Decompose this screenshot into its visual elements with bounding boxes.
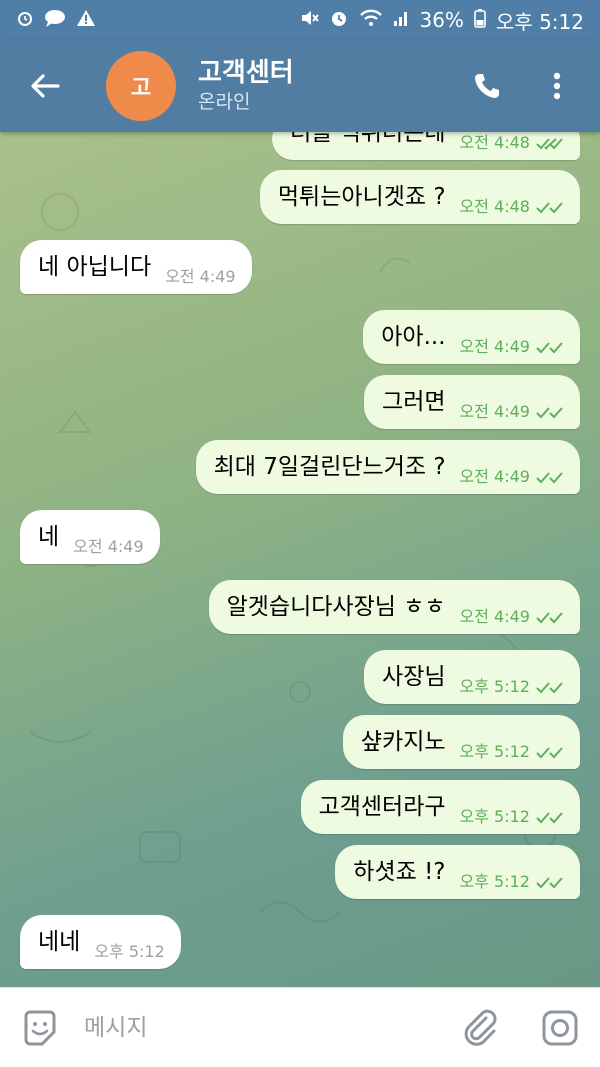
chat-bubble-icon xyxy=(44,9,66,31)
message-text: 그러면 xyxy=(382,389,446,415)
status-time: 오후 5:12 xyxy=(495,9,584,34)
message-time: 오후 5:12 xyxy=(459,807,530,826)
read-ticks-icon xyxy=(536,472,563,484)
message-time: 오후 5:12 xyxy=(94,942,165,961)
more-options-button[interactable] xyxy=(522,40,592,132)
message-bubble-outgoing[interactable]: 먹튀는아니겟죠 ? 오전 4:48 xyxy=(259,170,580,224)
message-text: 사장님 xyxy=(382,664,446,690)
message-bubble-outgoing[interactable]: 사장님 오후 5:12 xyxy=(364,650,580,704)
message-meta: 오전 4:49 xyxy=(165,268,235,286)
read-ticks-icon xyxy=(536,812,563,824)
chat-header: 고 고객센터 온라인 xyxy=(0,40,600,132)
mute-icon xyxy=(299,9,320,31)
message-meta: 오후 5:12 xyxy=(460,678,564,696)
message-time: 오전 4:49 xyxy=(73,537,144,556)
read-ticks-icon xyxy=(536,682,563,694)
message-meta: 오전 4:49 xyxy=(460,468,564,486)
message-time: 오전 4:49 xyxy=(165,267,236,286)
message-text: 네 xyxy=(38,524,60,550)
message-text: 고객센터라구 xyxy=(318,794,446,820)
message-text: 아아... xyxy=(381,324,446,350)
message-bubble-outgoing[interactable]: 그러면 오전 4:49 xyxy=(364,375,580,429)
message-bubble-outgoing[interactable]: 고객센터라구 오후 5:12 xyxy=(300,780,580,834)
message-meta: 오후 5:12 xyxy=(94,943,164,961)
message-bubble-incoming[interactable]: 네네 오후 5:12 xyxy=(20,915,181,969)
message-bubble-incoming[interactable]: 네 오전 4:49 xyxy=(20,510,160,564)
read-ticks-icon xyxy=(536,612,563,624)
message-time: 오전 4:49 xyxy=(459,607,530,626)
message-bubble-outgoing[interactable]: 아아... 오전 4:49 xyxy=(363,310,580,364)
message-text: 최대 7일걸린단느거조 ? xyxy=(213,454,446,480)
message-bubble-outgoing[interactable]: 알겟습니다사장님 ㅎㅎ 오전 4:49 xyxy=(208,580,580,634)
read-ticks-icon xyxy=(536,747,563,759)
message-meta: 오전 4:49 xyxy=(460,608,564,626)
message-text: 먹튀는아니겟죠 ? xyxy=(277,184,446,210)
message-time: 오전 4:48 xyxy=(459,133,530,152)
message-time: 오후 5:12 xyxy=(459,872,530,891)
read-ticks-icon xyxy=(536,877,563,889)
status-left-icons xyxy=(16,9,96,31)
message-time: 오전 4:48 xyxy=(459,197,530,216)
message-text: 네 아닙니다 xyxy=(38,254,152,280)
message-time: 오후 5:12 xyxy=(459,677,530,696)
battery-percent: 36% xyxy=(419,8,464,32)
back-arrow-icon xyxy=(31,74,60,98)
message-text: 샾카지노 xyxy=(360,729,446,755)
message-list[interactable]: 더블 먹튀더는데 오전 4:48 먹튀는아니겟죠 ? 오전 4:48 네 아닙니… xyxy=(0,132,600,987)
call-button[interactable] xyxy=(452,40,522,132)
instagram-camera-icon xyxy=(542,1010,578,1045)
message-meta: 오후 5:12 xyxy=(460,743,564,761)
message-meta: 오전 4:48 xyxy=(460,134,564,152)
message-meta: 오후 5:12 xyxy=(460,808,564,826)
status-right-icons: 36% 오후 5:12 xyxy=(299,6,584,35)
message-meta: 오전 4:48 xyxy=(460,198,564,216)
back-button[interactable] xyxy=(0,40,90,132)
read-ticks-icon xyxy=(536,138,563,150)
read-ticks-icon xyxy=(536,407,563,419)
attach-button[interactable] xyxy=(440,988,520,1067)
alarm-icon xyxy=(16,9,34,31)
message-composer xyxy=(0,987,600,1067)
paperclip-icon xyxy=(464,1009,497,1046)
signal-icon xyxy=(393,9,409,31)
message-text: 더블 먹튀더는데 xyxy=(290,132,446,146)
message-time: 오전 4:49 xyxy=(459,402,530,421)
chat-title: 고객센터 xyxy=(198,58,294,88)
alarm-clock-icon xyxy=(329,8,349,32)
message-time: 오전 4:49 xyxy=(459,467,530,486)
message-meta: 오전 4:49 xyxy=(460,338,564,356)
more-vertical-icon xyxy=(553,72,561,100)
chat-status: 온라인 xyxy=(198,91,251,113)
message-bubble-outgoing[interactable]: 더블 먹튀더는데 오전 4:48 xyxy=(272,132,580,160)
message-text: 하셧죠 !? xyxy=(353,859,446,885)
wifi-icon xyxy=(359,9,383,31)
message-text: 알겟습니다사장님 ㅎㅎ xyxy=(226,594,446,620)
read-ticks-icon xyxy=(536,342,563,354)
battery-icon xyxy=(474,8,486,32)
message-bubble-outgoing[interactable]: 최대 7일걸린단느거조 ? 오전 4:49 xyxy=(195,440,580,494)
message-bubble-incoming[interactable]: 네 아닙니다 오전 4:49 xyxy=(20,240,252,294)
message-input[interactable] xyxy=(84,1014,440,1041)
message-time: 오후 5:12 xyxy=(459,742,530,761)
status-bar: 36% 오후 5:12 xyxy=(0,0,600,40)
warning-icon xyxy=(76,9,96,31)
chat-title-block[interactable]: 고객센터 온라인 xyxy=(198,57,452,115)
read-ticks-icon xyxy=(536,202,563,214)
message-bubble-outgoing[interactable]: 하셧죠 !? 오후 5:12 xyxy=(335,845,580,899)
sticker-icon xyxy=(24,1010,56,1045)
message-meta: 오전 4:49 xyxy=(73,538,143,556)
avatar-initial: 고 xyxy=(130,76,152,101)
phone-icon xyxy=(475,74,499,98)
message-time: 오전 4:49 xyxy=(459,337,530,356)
emoji-button[interactable] xyxy=(0,988,80,1067)
message-meta: 오전 4:49 xyxy=(460,403,564,421)
message-text: 네네 xyxy=(38,929,81,955)
avatar[interactable]: 고 xyxy=(106,51,176,121)
message-bubble-outgoing[interactable]: 샾카지노 오후 5:12 xyxy=(342,715,580,769)
message-meta: 오후 5:12 xyxy=(460,873,564,891)
camera-button[interactable] xyxy=(520,988,600,1067)
